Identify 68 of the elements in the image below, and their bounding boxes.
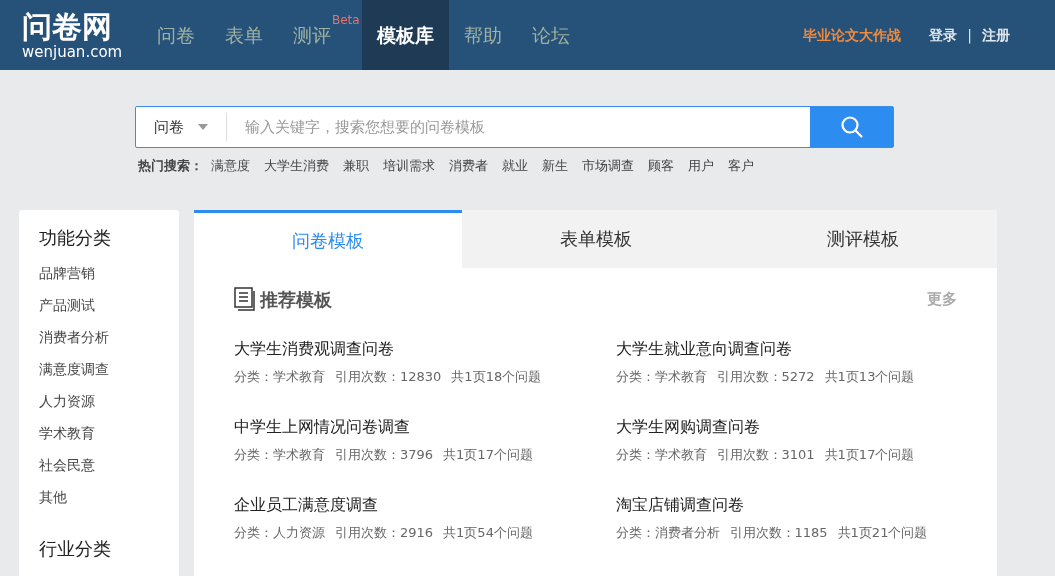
template-category: 分类：消费者分析: [615, 523, 720, 542]
caret-icon: [198, 124, 208, 130]
template-title[interactable]: 中学生上网情况问卷调查: [234, 414, 576, 439]
category-link[interactable]: 人力资源: [39, 390, 179, 423]
category-link[interactable]: 产品测试: [39, 294, 179, 327]
template-questions: 共1页21个问题: [837, 523, 928, 542]
hot-search-link[interactable]: 客户: [728, 156, 754, 176]
document-icon: [234, 287, 256, 311]
nav-tab[interactable]: 表单: [210, 0, 278, 70]
hot-search-link[interactable]: 培训需求: [383, 156, 435, 176]
hot-search-link[interactable]: 消费者: [449, 156, 488, 176]
type-dropdown[interactable]: 问卷: [136, 113, 227, 141]
login-link[interactable]: 登录: [929, 24, 958, 46]
search-field[interactable]: 输入关键字，搜索您想要的问卷模板: [227, 107, 810, 147]
template-uses: 引用次数：3796: [335, 445, 434, 464]
template-title[interactable]: 大学生消费观调查问卷: [234, 336, 576, 361]
template-uses: 引用次数：3101: [716, 445, 815, 464]
template-questions: 共1页54个问题: [443, 523, 533, 542]
section-title: 推荐模板: [260, 287, 332, 312]
hot-search-link[interactable]: 市场调查: [582, 156, 634, 176]
category-link[interactable]: 学术教育: [39, 422, 179, 455]
search-icon: [839, 115, 864, 139]
template-questions: 共1页17个问题: [443, 445, 533, 464]
template-questions: 共1页13个问题: [824, 367, 915, 386]
template-category: 分类：学术教育: [234, 367, 325, 386]
template-title[interactable]: 企业员工满意度调查: [234, 492, 576, 517]
category-link[interactable]: 满意度调查: [39, 358, 179, 391]
template-questions: 共1页17个问题: [824, 445, 915, 464]
nav-tab[interactable]: 模板库: [361, 0, 449, 70]
search-button[interactable]: [810, 107, 893, 147]
category-link[interactable]: 社会民意: [39, 454, 179, 487]
hot-search-link[interactable]: 大学生消费: [264, 156, 329, 176]
logo-domain: wenjuan.com: [22, 44, 124, 60]
template-title[interactable]: 大学生网购调查问卷: [615, 414, 957, 439]
hot-search-link[interactable]: 用户: [688, 156, 714, 176]
hot-search-link[interactable]: 满意度: [211, 156, 250, 176]
template-title[interactable]: 淘宝店铺调查问卷: [615, 492, 957, 517]
hot-search-link[interactable]: 顾客: [648, 156, 674, 176]
hot-search-link[interactable]: 新生: [542, 156, 568, 176]
template-uses: 引用次数：1185: [729, 523, 828, 542]
logo-title: 问卷网: [22, 10, 113, 44]
template-uses: 引用次数：5272: [716, 367, 815, 386]
register-link[interactable]: 注册: [982, 24, 1010, 46]
template-title[interactable]: 大学生就业意向调查问卷: [615, 336, 957, 361]
hot-search-link[interactable]: 兼职: [343, 156, 369, 176]
category-link[interactable]: 其他: [39, 486, 179, 519]
template-category: 分类：学术教育: [615, 367, 707, 386]
template-category: 分类：学术教育: [234, 445, 325, 464]
separator: |: [967, 25, 972, 46]
category-heading: 功能分类: [39, 225, 112, 250]
template-category: 分类：人力资源: [234, 523, 325, 542]
category-link[interactable]: 品牌营销: [39, 262, 179, 295]
nav-tab[interactable]: 帮助: [448, 0, 517, 70]
nav-tab[interactable]: 问卷: [142, 0, 210, 70]
nav-tab[interactable]: 测评: [278, 0, 332, 70]
hot-search-label: 热门搜索：: [138, 157, 203, 175]
template-tab[interactable]: 测评模板: [729, 209, 997, 268]
template-tab[interactable]: 表单模板: [461, 209, 730, 268]
beta-label: Beta: [332, 13, 360, 27]
hot-search-link[interactable]: 就业: [502, 156, 528, 176]
category-heading: 行业分类: [39, 536, 112, 561]
category-link[interactable]: 消费者分析: [39, 326, 179, 359]
template-questions: 共1页18个问题: [451, 367, 542, 386]
template-uses: 引用次数：2916: [335, 523, 434, 542]
nav-tab[interactable]: 论坛: [516, 0, 585, 70]
template-category: 分类：学术教育: [615, 445, 707, 464]
search-bar[interactable]: 问卷 输入关键字，搜索您想要的问卷模板: [135, 106, 894, 148]
template-uses: 引用次数：12830: [335, 367, 442, 386]
